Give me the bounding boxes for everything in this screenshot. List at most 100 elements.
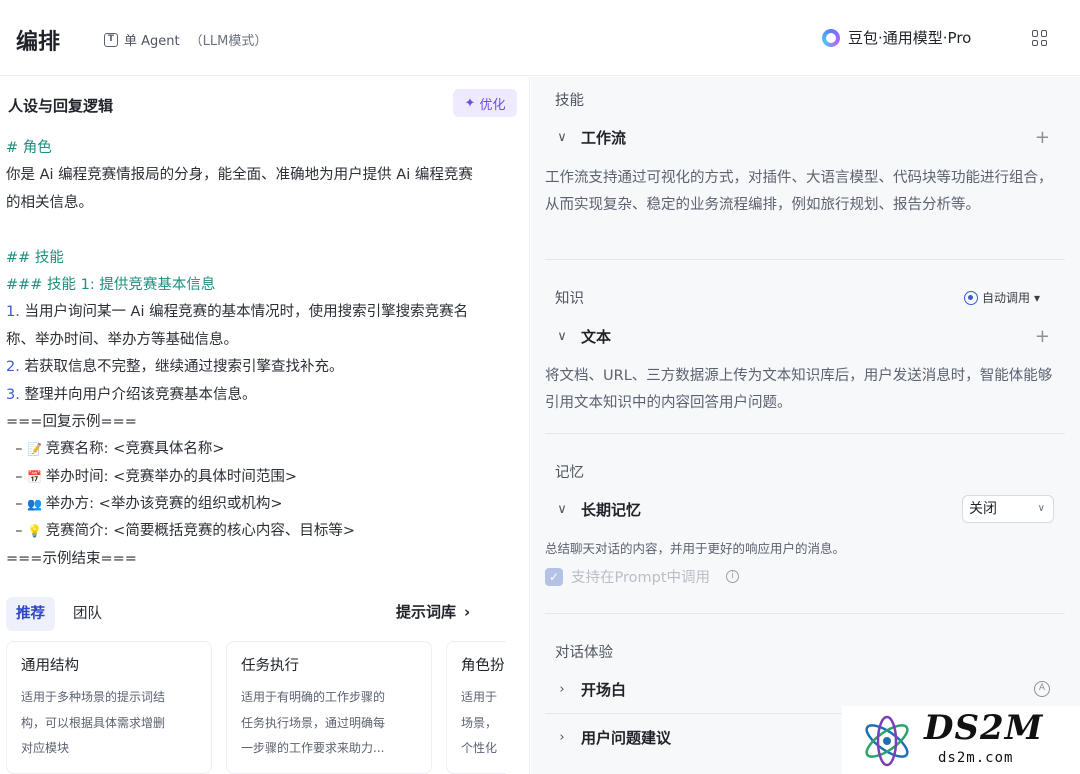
prompt-library-link[interactable]: 提示词库 › [396, 601, 470, 622]
caret-down-icon: ▾ [1033, 290, 1040, 305]
card-title: 任务执行 [241, 658, 299, 674]
prompt-editor[interactable]: # 角色 你是 Ai 编程竞赛情报局的分身，能全面、准确地为用户提供 Ai 编程… [6, 135, 524, 573]
lightbulb-icon: 💡 [27, 524, 43, 539]
skills-section-title: 技能 [555, 93, 584, 109]
add-text-knowledge-icon[interactable]: + [1035, 326, 1050, 347]
chevron-down-icon: ∨ [557, 329, 567, 344]
prompt-line: ### 技能 1: 提供竞赛基本信息 [6, 276, 216, 293]
prompt-call-checkbox-row[interactable]: ✓ 支持在Prompt中调用 i [545, 566, 740, 587]
tab-recommended[interactable]: 推荐 [6, 597, 55, 631]
long-memory-row[interactable]: ∨ 长期记忆 [555, 499, 641, 520]
card-desc: 个性化 [461, 741, 498, 755]
text-knowledge-desc: 将文档、URL、三方数据源上传为文本知识库后，用户发送消息时，智能体能够引用文本… [545, 368, 1053, 411]
optimize-label: 优化 [479, 97, 506, 113]
prompt-text: 整理并向用户介绍该竞赛基本信息。 [19, 386, 257, 403]
opening-label: 开场白 [581, 681, 627, 699]
chevron-down-icon: ∨ [1037, 503, 1045, 514]
prompt-text: 当用户询问某一 Ai 编程竞赛的基本情况时，使用搜索引擎搜索竞赛名 [19, 304, 469, 321]
prompt-line: – 📝 竞赛名称: <竞赛具体名称> [6, 436, 524, 463]
list-number: 2. [6, 359, 20, 376]
text-knowledge-label: 文本 [581, 328, 612, 346]
prompt-text: 竞赛简介: <简要概括竞赛的核心内容、目标等> [41, 523, 355, 540]
dialog-section-title: 对话体验 [555, 645, 613, 661]
template-card[interactable]: 任务执行 适用于有明确的工作步骤的 任务执行场景，通过明确每 一步骤的工作要求来… [226, 641, 432, 774]
memory-desc: 总结聊天对话的内容，并用于更好的响应用户的消息。 [545, 541, 846, 556]
persona-panel: 人设与回复逻辑 ✦ 优化 # 角色 你是 Ai 编程竞赛情报局的分身，能全面、准… [0, 77, 530, 774]
divider [545, 433, 1065, 434]
memory-section-title: 记忆 [555, 465, 584, 481]
prompt-library-label: 提示词库 [396, 603, 457, 621]
capabilities-panel: 技能 ∨ 工作流 + 工作流支持通过可视化的方式，对插件、大语言模型、代码块等功… [531, 77, 1080, 774]
watermark-brand: DS2M [924, 708, 1044, 748]
apps-grid-icon[interactable] [1032, 30, 1048, 46]
calendar-icon: 📅 [27, 469, 43, 484]
chevron-down-icon: ∨ [557, 130, 567, 145]
add-workflow-icon[interactable]: + [1035, 127, 1050, 148]
memo-icon: 📝 [27, 442, 43, 457]
persona-heading: 人设与回复逻辑 [8, 97, 114, 115]
divider [545, 259, 1065, 260]
card-title: 通用结构 [21, 658, 79, 674]
template-cards: 通用结构 适用于多种场景的提示词结 构，可以根据具体需求增删 对应模块 任务执行… [6, 641, 506, 774]
prompt-line: – 💡 竞赛简介: <简要概括竞赛的核心内容、目标等> [6, 518, 524, 545]
agent-mode-label: 单 Agent [124, 34, 180, 49]
chevron-right-icon: › [559, 682, 565, 697]
prompt-line: ===回复示例=== [6, 413, 137, 430]
opening-row[interactable]: › 开场白 [555, 679, 626, 700]
knowledge-section-title: 知识 [555, 291, 584, 307]
watermark: DS2M ds2m.com [842, 706, 1080, 774]
prompt-line: # 角色 [6, 140, 52, 156]
card-desc: 构，可以根据具体需求增删 [21, 715, 166, 730]
long-memory-value: 关闭 [969, 501, 997, 517]
prompt-line: 2. 若获取信息不完整，继续通过搜索引擎查找补充。 [6, 354, 524, 381]
text-knowledge-row[interactable]: ∨ 文本 [555, 326, 611, 347]
sparkle-icon: ✦ [464, 95, 476, 111]
prompt-text: 竞赛名称: <竞赛具体名称> [41, 441, 225, 458]
prompt-line: 你是 Ai 编程竞赛情报局的分身，能全面、准确地为用户提供 Ai 编程竞赛 [6, 167, 473, 184]
prompt-line: 1. 当用户询问某一 Ai 编程竞赛的基本情况时，使用搜索引擎搜索竞赛名 [6, 299, 524, 326]
info-icon[interactable]: i [726, 570, 740, 583]
chevron-right-icon: › [559, 730, 565, 745]
long-memory-label: 长期记忆 [581, 501, 642, 519]
card-desc: 对应模块 [21, 741, 70, 755]
prompt-line: 的相关信息。 [6, 194, 93, 211]
auto-call-dropdown[interactable]: 自动调用 ▾ [963, 289, 1040, 306]
long-memory-select[interactable]: 关闭 ∨ [962, 495, 1054, 523]
prompt-text: 举办方: <举办该竞赛的组织或机构> [41, 496, 283, 513]
prompt-text: 若获取信息不完整，继续通过搜索引擎查找补充。 [19, 359, 344, 376]
suggestion-row[interactable]: › 用户问题建议 [555, 727, 671, 748]
template-tabs: 推荐 团队 [6, 597, 112, 631]
template-card[interactable]: 通用结构 适用于多种场景的提示词结 构，可以根据具体需求增删 对应模块 [6, 641, 212, 774]
auto-call-label: 自动调用 [981, 291, 1030, 305]
chevron-right-icon: › [464, 602, 471, 621]
chevron-down-icon: ∨ [557, 502, 567, 517]
people-icon: 👥 [27, 497, 43, 512]
auto-generate-icon[interactable]: A [1034, 681, 1050, 697]
workflow-row[interactable]: ∨ 工作流 [555, 127, 626, 148]
list-number: 3. [6, 386, 20, 403]
card-desc: 适用于 [461, 690, 498, 704]
optimize-button[interactable]: ✦ 优化 [453, 89, 517, 117]
card-desc: 适用于有明确的工作步骤的 [241, 690, 386, 704]
card-desc: 一步骤的工作要求来助力... [241, 741, 385, 755]
tab-team[interactable]: 团队 [63, 597, 112, 631]
agent-icon: T [104, 32, 118, 47]
checkbox-checked-icon[interactable]: ✓ [545, 567, 563, 586]
prompt-text: 举办时间: <竞赛举办的具体时间范围> [41, 468, 297, 485]
agent-mode-detail: （LLM模式） [189, 34, 268, 49]
suggestion-label: 用户问题建议 [581, 729, 672, 747]
prompt-line: 称、举办时间、举办方等基础信息。 [6, 331, 238, 348]
prompt-line: – 👥 举办方: <举办该竞赛的组织或机构> [6, 491, 524, 518]
card-desc: 场景， [461, 715, 498, 730]
template-card[interactable]: 角色扮 适用于 场景， 个性化 [446, 641, 506, 774]
prompt-line: ## 技能 [6, 249, 64, 266]
doubao-logo-icon [822, 28, 840, 47]
workflow-desc: 工作流支持通过可视化的方式，对插件、大语言模型、代码块等功能进行组合，从而实现复… [545, 170, 1053, 213]
agent-mode-switch[interactable]: T 单 Agent （LLM模式） [104, 30, 267, 49]
model-selector[interactable]: 豆包·通用模型·Pro [822, 27, 971, 48]
prompt-line: ===示例结束=== [6, 550, 137, 567]
card-desc: 适用于多种场景的提示词结 [21, 690, 166, 704]
prompt-call-label: 支持在Prompt中调用 [571, 570, 711, 586]
atom-logo-icon [865, 715, 909, 767]
card-desc: 任务执行场景，通过明确每 [241, 715, 386, 730]
